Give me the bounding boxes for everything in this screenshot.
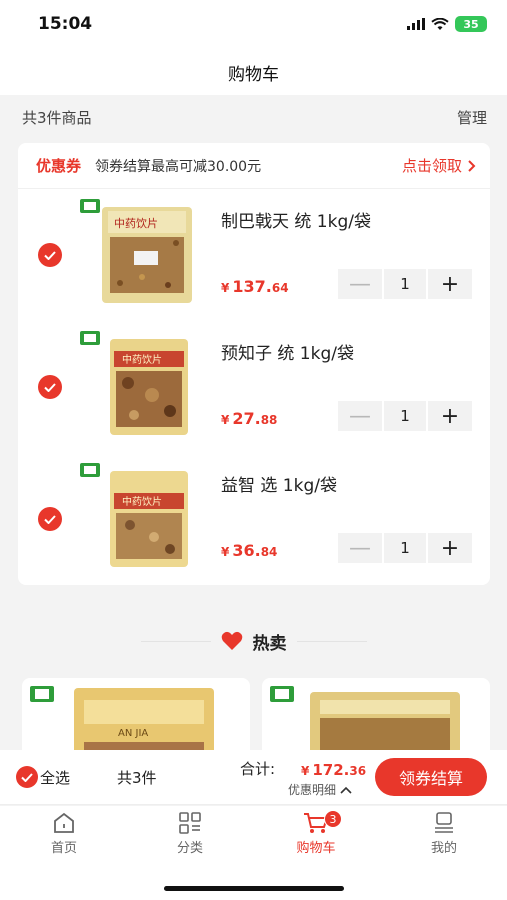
checkout-bar: 全选 共3件 合计: ¥172.36 优惠明细 领券结算 [0, 750, 507, 805]
signal-icon [407, 18, 425, 30]
status-bar: 15:04 35 [0, 0, 507, 50]
select-all-toggle[interactable]: 全选 [16, 766, 70, 788]
check-icon [44, 250, 56, 260]
wifi-icon [431, 17, 449, 30]
tab-label: 分类 [176, 841, 203, 856]
claim-coupon-label: 点击领取 [401, 157, 462, 175]
battery-indicator: 35 [455, 16, 487, 32]
heart-icon [221, 631, 242, 650]
price-decimal: 84 [260, 545, 278, 559]
hot-brand-label: AN JIA [118, 728, 148, 739]
decrease-button[interactable]: — [338, 401, 382, 431]
discount-detail-label: 优惠明细 [288, 783, 337, 797]
tab-category[interactable]: 分类 [140, 812, 240, 856]
pack-label: 中药饮片 [122, 495, 162, 508]
discount-detail-link[interactable]: 优惠明细 [288, 781, 352, 798]
total-price: ¥172.36 [301, 760, 366, 779]
check-icon [44, 514, 56, 524]
decrease-button[interactable]: — [338, 533, 382, 563]
profile-icon [435, 812, 453, 833]
selected-count: 共3件 [117, 769, 157, 787]
price-integer: 137. [232, 277, 272, 296]
product-price: ¥137.64 [221, 277, 289, 296]
tab-cart[interactable]: 3 购物车 [266, 810, 366, 856]
divider [140, 640, 211, 642]
check-icon [44, 382, 56, 392]
product-image[interactable]: 中药饮片 [80, 331, 210, 441]
quantity-value[interactable]: 1 [384, 269, 426, 299]
category-icon [179, 812, 201, 834]
currency-symbol: ¥ [221, 545, 230, 559]
manage-button[interactable]: 管理 [457, 107, 487, 128]
cart-item: 中药饮片 预知子 统 1kg/袋 ¥27.88 — 1 + [18, 321, 490, 453]
check-icon [21, 772, 33, 782]
cart-card: 优惠券 领券结算最高可减30.00元 点击领取 中药饮片 制巴戟天 统 1kg/… [18, 143, 490, 585]
nav-bar: 购物车 [0, 50, 507, 95]
chevron-up-icon [340, 786, 352, 794]
quantity-value[interactable]: 1 [384, 401, 426, 431]
tab-label: 首页 [50, 841, 77, 856]
product-title[interactable]: 预知子 统 1kg/袋 [221, 339, 354, 364]
currency-symbol: ¥ [221, 413, 230, 427]
hot-section-header: 热卖 [0, 622, 507, 660]
product-image[interactable]: 中药饮片 [80, 463, 210, 573]
price-decimal: 88 [260, 413, 278, 427]
total-integer: 172. [312, 761, 350, 779]
increase-button[interactable]: + [428, 401, 472, 431]
chevron-right-icon [468, 159, 476, 172]
price-integer: 36. [232, 541, 261, 560]
select-all-checkbox[interactable] [16, 766, 38, 788]
increase-button[interactable]: + [428, 533, 472, 563]
battery-level: 35 [463, 17, 479, 31]
price-integer: 27. [232, 409, 261, 428]
increase-button[interactable]: + [428, 269, 472, 299]
coupon-row[interactable]: 优惠券 领券结算最高可减30.00元 点击领取 [18, 143, 490, 189]
pack-label: 中药饮片 [122, 353, 162, 366]
decrease-button[interactable]: — [338, 269, 382, 299]
cart-item: 中药饮片 益智 选 1kg/袋 ¥36.84 — 1 + [18, 453, 490, 585]
total-decimal: 36 [349, 764, 367, 778]
item-count-label: 共3件商品 [22, 108, 92, 127]
coupon-description: 领券结算最高可减30.00元 [95, 158, 262, 175]
divider [296, 640, 367, 642]
total-label: 合计: [240, 760, 276, 778]
quantity-stepper: — 1 + [338, 269, 472, 299]
currency-symbol: ¥ [301, 764, 310, 778]
cart-summary-row: 共3件商品 管理 [0, 95, 507, 139]
tab-profile[interactable]: 我的 [394, 812, 494, 856]
checkout-button[interactable]: 领券结算 [375, 758, 487, 796]
status-icons: 35 [407, 16, 487, 32]
product-image[interactable]: 中药饮片 [80, 199, 210, 309]
select-all-label: 全选 [40, 768, 71, 787]
cart-item: 中药饮片 制巴戟天 统 1kg/袋 ¥137.64 — 1 + [18, 189, 490, 321]
item-checkbox[interactable] [38, 375, 62, 399]
product-title[interactable]: 制巴戟天 统 1kg/袋 [221, 207, 371, 232]
coupon-tag: 优惠券 [36, 157, 82, 175]
item-checkbox[interactable] [38, 243, 62, 267]
price-decimal: 64 [271, 281, 289, 295]
tab-label: 购物车 [296, 841, 336, 856]
pack-label: 中药饮片 [114, 217, 158, 230]
home-icon [54, 812, 74, 833]
page-title: 购物车 [228, 65, 279, 85]
status-time: 15:04 [38, 14, 93, 34]
currency-symbol: ¥ [221, 281, 230, 295]
product-price: ¥36.84 [221, 541, 277, 560]
item-checkbox[interactable] [38, 507, 62, 531]
quantity-value[interactable]: 1 [384, 533, 426, 563]
tab-home[interactable]: 首页 [14, 812, 114, 856]
quantity-stepper: — 1 + [338, 533, 472, 563]
product-price: ¥27.88 [221, 409, 277, 428]
hot-section-title: 热卖 [252, 633, 287, 654]
cart-badge: 3 [324, 810, 342, 828]
product-title[interactable]: 益智 选 1kg/袋 [221, 471, 337, 496]
home-indicator[interactable] [164, 886, 344, 891]
quantity-stepper: — 1 + [338, 401, 472, 431]
tab-label: 我的 [430, 841, 457, 856]
claim-coupon-link[interactable]: 点击领取 [402, 155, 476, 176]
